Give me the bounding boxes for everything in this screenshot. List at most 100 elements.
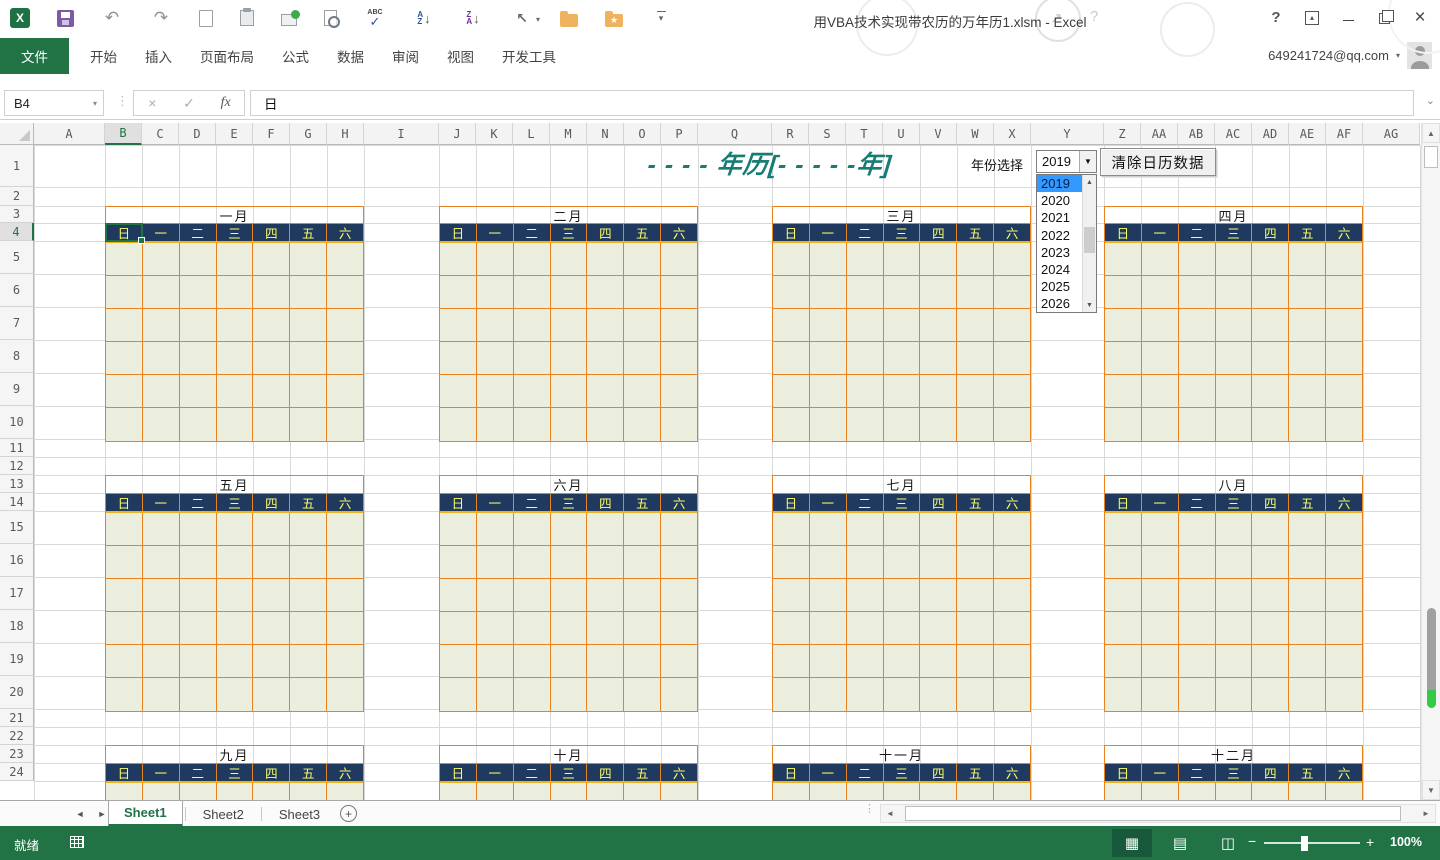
calendar-cell[interactable] xyxy=(253,546,290,578)
calendar-cell[interactable] xyxy=(180,309,217,341)
select-all-corner[interactable] xyxy=(0,123,34,145)
calendar-cell[interactable] xyxy=(773,645,810,677)
calendar-cell[interactable] xyxy=(253,276,290,308)
year-option-2023[interactable]: 2023 xyxy=(1037,244,1082,261)
ribbon-tab-开发工具[interactable]: 开发工具 xyxy=(488,38,570,74)
weekday-cell[interactable]: 日 xyxy=(773,764,810,781)
calendar-cell[interactable] xyxy=(994,612,1030,644)
column-header-C[interactable]: C xyxy=(142,123,179,145)
year-combobox[interactable]: 2019 ▼ xyxy=(1036,150,1097,173)
column-header-N[interactable]: N xyxy=(587,123,624,145)
calendar-cell[interactable] xyxy=(1289,546,1326,578)
calendar-cell[interactable] xyxy=(477,612,514,644)
calendar-cell[interactable] xyxy=(884,408,921,441)
weekday-cell[interactable]: 一 xyxy=(477,224,514,241)
column-header-E[interactable]: E xyxy=(216,123,253,145)
calendar-cell[interactable] xyxy=(1289,342,1326,374)
calendar-cell[interactable] xyxy=(477,408,514,441)
calendar-cell[interactable] xyxy=(290,513,327,545)
weekday-cell[interactable]: 三 xyxy=(1216,224,1253,241)
calendar-cell[interactable] xyxy=(514,309,551,341)
calendar-cell[interactable] xyxy=(1216,243,1253,275)
selected-cell-B4[interactable] xyxy=(105,223,143,242)
calendar-cell[interactable] xyxy=(1252,513,1289,545)
calendar-cell[interactable] xyxy=(440,546,477,578)
calendar-cell[interactable] xyxy=(327,579,363,611)
calendar-cell[interactable] xyxy=(327,513,363,545)
weekday-cell[interactable]: 五 xyxy=(957,764,994,781)
month-title-cell[interactable]: 四月 xyxy=(1105,207,1362,224)
weekday-cell[interactable]: 五 xyxy=(1289,224,1326,241)
calendar-cell[interactable] xyxy=(920,375,957,407)
column-header-X[interactable]: X xyxy=(994,123,1031,145)
calendar-cell[interactable] xyxy=(1326,546,1362,578)
calendar-cell[interactable] xyxy=(106,645,143,677)
calendar-cell[interactable] xyxy=(253,678,290,711)
calendar-cell[interactable] xyxy=(810,276,847,308)
column-header-AD[interactable]: AD xyxy=(1252,123,1289,145)
ribbon-tab-开始[interactable]: 开始 xyxy=(76,38,131,74)
calendar-cell[interactable] xyxy=(106,309,143,341)
calendar-cell[interactable] xyxy=(477,375,514,407)
print-preview-icon[interactable] xyxy=(281,14,297,26)
calendar-cell[interactable] xyxy=(1142,678,1179,711)
calendar-cell[interactable] xyxy=(920,546,957,578)
calendar-cell[interactable] xyxy=(587,342,624,374)
weekday-cell[interactable]: 五 xyxy=(624,494,661,511)
calendar-cell[interactable] xyxy=(477,243,514,275)
calendar-cell[interactable] xyxy=(143,513,180,545)
calendar-cell[interactable] xyxy=(1179,678,1216,711)
calendar-cell[interactable] xyxy=(1289,375,1326,407)
calendar-cell[interactable] xyxy=(1326,276,1362,308)
calendar-cell[interactable] xyxy=(106,612,143,644)
formula-input[interactable]: 日 xyxy=(250,90,1414,116)
calendar-cell[interactable] xyxy=(1289,243,1326,275)
calendar-cell[interactable] xyxy=(884,342,921,374)
clipboard-icon[interactable] xyxy=(240,10,254,26)
cancel-button[interactable]: × xyxy=(134,91,171,115)
calendar-cell[interactable] xyxy=(290,243,327,275)
calendar-cell[interactable] xyxy=(1326,513,1362,545)
open-folder-icon[interactable] xyxy=(560,14,578,27)
calendar-cell[interactable] xyxy=(1216,645,1253,677)
ribbon-tab-审阅[interactable]: 审阅 xyxy=(378,38,433,74)
calendar-cell[interactable] xyxy=(327,276,363,308)
calendar-cell[interactable] xyxy=(551,579,588,611)
calendar-cell[interactable] xyxy=(810,375,847,407)
calendar-cell[interactable] xyxy=(957,276,994,308)
calendar-cell[interactable] xyxy=(1216,678,1253,711)
weekday-cell[interactable]: 三 xyxy=(884,764,921,781)
year-option-2019[interactable]: 2019 xyxy=(1037,175,1082,192)
calendar-cell[interactable] xyxy=(180,678,217,711)
calendar-cell[interactable] xyxy=(587,612,624,644)
calendar-cell[interactable] xyxy=(180,579,217,611)
calendar-cell[interactable] xyxy=(143,645,180,677)
calendar-cell[interactable] xyxy=(810,783,847,800)
calendar-cell[interactable] xyxy=(773,243,810,275)
calendar-cell[interactable] xyxy=(624,243,661,275)
zoom-slider-track[interactable] xyxy=(1264,842,1360,844)
calendar-cell[interactable] xyxy=(587,276,624,308)
calendar-cell[interactable] xyxy=(514,276,551,308)
calendar-cell[interactable] xyxy=(661,783,697,800)
weekday-cell[interactable]: 三 xyxy=(551,224,588,241)
help-button[interactable] xyxy=(1258,4,1294,31)
calendar-cell[interactable] xyxy=(1326,342,1362,374)
calendar-cell[interactable] xyxy=(1252,678,1289,711)
calendar-cell[interactable] xyxy=(1142,783,1179,800)
calendar-cell[interactable] xyxy=(957,612,994,644)
calendar-cell[interactable] xyxy=(994,408,1030,441)
calendar-cell[interactable] xyxy=(477,513,514,545)
weekday-cell[interactable]: 三 xyxy=(884,494,921,511)
calendar-cell[interactable] xyxy=(290,579,327,611)
calendar-cell[interactable] xyxy=(847,342,884,374)
insert-function-button[interactable]: fx xyxy=(207,91,244,115)
calendar-cell[interactable] xyxy=(143,375,180,407)
weekday-cell[interactable]: 四 xyxy=(1252,764,1289,781)
month-title-cell[interactable]: 九月 xyxy=(106,746,363,764)
calendar-cell[interactable] xyxy=(884,513,921,545)
calendar-cell[interactable] xyxy=(1289,678,1326,711)
calendar-cell[interactable] xyxy=(1179,579,1216,611)
calendar-cell[interactable] xyxy=(1142,243,1179,275)
calendar-cell[interactable] xyxy=(1142,276,1179,308)
